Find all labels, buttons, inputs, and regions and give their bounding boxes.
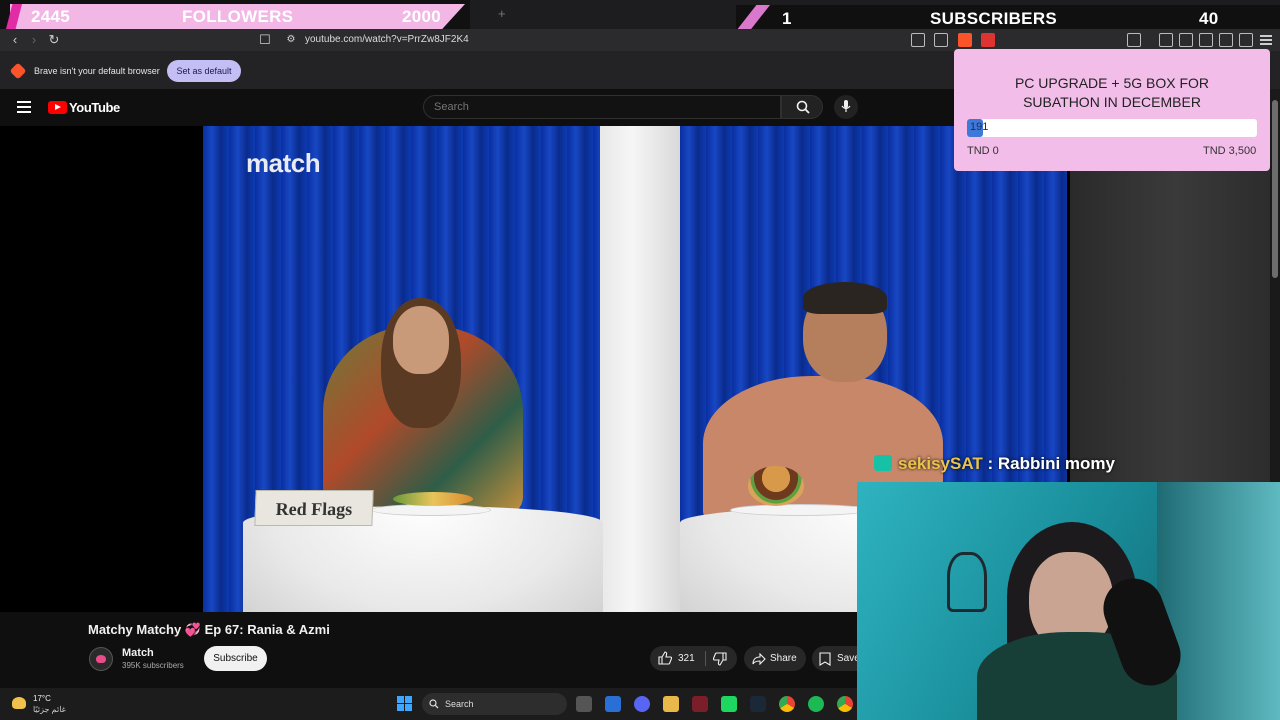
voice-search-button[interactable] (834, 95, 858, 119)
brave-rewards-icon[interactable] (981, 33, 995, 47)
media-app-icon[interactable] (692, 696, 708, 712)
chat-badge-icon (874, 455, 892, 471)
video-title: Matchy Matchy 💞 Ep 67: Rania & Azmi (88, 622, 330, 637)
webcam-feed (857, 482, 1280, 720)
like-button[interactable]: 321 (650, 646, 702, 671)
reload-icon[interactable]: ↻ (46, 32, 62, 48)
address-bar (0, 29, 1280, 51)
dislike-button[interactable] (710, 646, 737, 671)
chrome-profile-icon[interactable] (837, 696, 853, 712)
thumbs-up-icon (658, 651, 672, 665)
subscribers-label: SUBSCRIBERS (930, 9, 1058, 28)
search-icon (796, 100, 810, 114)
goal-title-line1: PC UPGRADE + 5G BOX FOR (1014, 75, 1210, 91)
menu-icon[interactable] (1259, 33, 1273, 47)
cast-icon[interactable] (911, 33, 925, 47)
followers-current: 2445 (31, 7, 71, 26)
save-label: Save (837, 653, 857, 664)
right-plate (730, 504, 870, 516)
steam-icon[interactable] (750, 696, 766, 712)
back-icon[interactable]: ‹ (7, 32, 23, 48)
webcam-lantern (947, 552, 987, 612)
like-divider (705, 651, 706, 666)
search-input[interactable] (424, 96, 780, 118)
vpn-icon[interactable] (1239, 33, 1253, 47)
weather-icon[interactable] (12, 697, 26, 709)
man-hair (803, 282, 887, 314)
weather-temperature[interactable]: 17°C (33, 694, 51, 703)
share-page-icon[interactable] (934, 33, 948, 47)
subscribers-current: 1 (782, 9, 792, 28)
weather-description[interactable]: غائم جزئيًا (33, 705, 66, 714)
set-default-button[interactable]: Set as default (167, 60, 241, 82)
woman-face (393, 306, 449, 374)
share-label: Share (770, 653, 797, 664)
followers-goal: 2000 (402, 7, 442, 26)
subscribe-button[interactable]: Subscribe (204, 646, 267, 671)
save-icon (819, 652, 831, 666)
infobar-message: Brave isn't your default browser (34, 66, 160, 76)
followers-label: FOLLOWERS (182, 7, 294, 26)
page-side-area (1070, 126, 1280, 482)
goal-progress-track (967, 119, 1257, 137)
outlook-icon[interactable] (605, 696, 621, 712)
taskbar-search-label[interactable]: Search (445, 699, 474, 709)
guide-menu-icon[interactable] (17, 101, 31, 113)
burger (748, 466, 804, 506)
subscribers-goal-overlay: 1 SUBSCRIBERS 40 (736, 5, 1280, 31)
microphone-icon (841, 100, 851, 112)
youtube-logo-icon[interactable] (48, 101, 67, 114)
sidebar-icon[interactable] (1179, 33, 1193, 47)
search-input-container (423, 95, 781, 119)
bookmark-icon[interactable]: ☐ (257, 32, 273, 48)
site-info-icon[interactable]: ⚙ (283, 32, 299, 48)
start-button[interactable] (397, 696, 413, 712)
divider-wall (600, 126, 680, 612)
share-button[interactable]: Share (744, 646, 806, 671)
channel-name[interactable]: Match (122, 647, 154, 659)
url-field[interactable]: youtube.com/watch?v=PrrZw8JF2K4 (305, 34, 469, 45)
chrome-icon[interactable] (779, 696, 795, 712)
extension-icon[interactable] (1127, 33, 1141, 47)
green-app-icon[interactable] (721, 696, 737, 712)
search-button[interactable] (781, 95, 823, 119)
taskbar-search[interactable] (422, 693, 567, 715)
scrollbar-thumb[interactable] (1272, 100, 1278, 278)
chat-alert: sekisySAT : Rabbini momy (874, 454, 1115, 474)
discord-icon[interactable] (634, 696, 650, 712)
spotify-icon[interactable] (808, 696, 824, 712)
file-explorer-icon[interactable] (663, 696, 679, 712)
channel-subscriber-count: 395K subscribers (122, 661, 184, 670)
red-flags-card: Red Flags (254, 490, 374, 526)
goal-max-label: TND 3,500 (1203, 145, 1257, 157)
subscribers-goal: 40 (1199, 9, 1219, 28)
media-icon[interactable] (1159, 33, 1173, 47)
goal-title: PC UPGRADE + 5G BOX FOR SUBATHON IN DECE… (954, 74, 1270, 112)
channel-avatar[interactable] (89, 647, 113, 671)
leo-ai-icon[interactable] (1219, 33, 1233, 47)
like-count: 321 (678, 653, 695, 664)
match-watermark: match (246, 148, 321, 178)
task-view-icon[interactable] (576, 696, 592, 712)
new-tab-button[interactable]: + (498, 6, 506, 21)
share-icon (752, 653, 766, 665)
subscribers-goal-stripe (736, 5, 770, 31)
chat-message: : Rabbini momy (982, 454, 1115, 473)
goal-min-label: TND 0 (967, 145, 999, 157)
chat-username: sekisySAT (898, 454, 983, 473)
like-dislike-group: 321 (650, 646, 737, 671)
youtube-wordmark[interactable]: YouTube (69, 100, 120, 115)
taskbar-search-icon (429, 699, 439, 709)
forward-icon[interactable]: › (26, 32, 42, 48)
wallet-icon[interactable] (1199, 33, 1213, 47)
brave-shields-icon[interactable] (958, 33, 972, 47)
goal-title-line2: SUBATHON IN DECEMBER (1023, 94, 1201, 110)
left-food (393, 492, 473, 506)
goal-current-amount: 191 (970, 121, 989, 133)
save-button[interactable]: Save (812, 646, 857, 671)
thumbs-down-icon (713, 652, 727, 666)
